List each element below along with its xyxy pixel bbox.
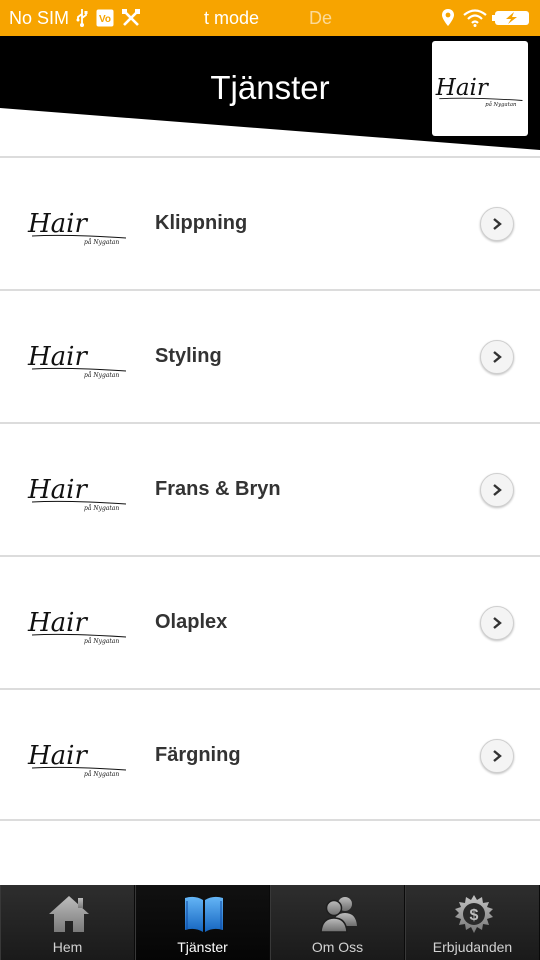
dollar-badge-icon: $ [451, 893, 496, 935]
hair-logo-icon: Hair på Nygatan [27, 475, 127, 512]
svg-text:$: $ [469, 907, 478, 924]
svg-text:på Nygatan: på Nygatan [84, 638, 119, 645]
header-logo[interactable]: Hair på Nygatan [432, 41, 528, 136]
service-label: Olaplex [155, 611, 228, 633]
tab-label: Hem [52, 939, 83, 955]
svg-text:på Nygatan: på Nygatan [84, 239, 119, 246]
svg-text:på Nygatan: på Nygatan [84, 372, 119, 379]
service-label: Färgning [155, 744, 241, 766]
chevron-right-icon[interactable] [480, 340, 514, 374]
svg-text:Hair: Hair [27, 608, 88, 638]
service-item-olaplex[interactable]: Hair på Nygatan Olaplex [0, 555, 540, 688]
svg-text:på Nygatan: på Nygatan [84, 505, 119, 512]
svg-text:Hair: Hair [27, 741, 88, 771]
service-item-fargning[interactable]: Hair på Nygatan Färgning [0, 688, 540, 821]
hair-logo-icon: Hair på Nygatan [27, 342, 127, 379]
chevron-right-icon[interactable] [480, 473, 514, 507]
location-icon [438, 8, 458, 28]
usb-icon [72, 8, 92, 28]
tools-icon [121, 8, 141, 28]
hair-logo-icon: Hair på Nygatan [435, 75, 523, 107]
svg-text:Vo: Vo [99, 14, 111, 25]
svg-text:Hair: Hair [435, 75, 490, 101]
svg-text:på Nygatan: på Nygatan [84, 771, 119, 778]
chevron-right-icon[interactable] [480, 606, 514, 640]
battery-charging-icon [492, 8, 532, 28]
chevron-right-icon[interactable] [480, 207, 514, 241]
tab-tjanster[interactable]: Tjänster [135, 885, 270, 960]
chevron-right-icon[interactable] [480, 739, 514, 773]
home-icon [46, 893, 91, 935]
tab-label: Tjänster [177, 939, 228, 955]
faded-notification-text: De [309, 8, 333, 28]
hair-logo-icon: Hair på Nygatan [27, 209, 127, 246]
tab-om-oss[interactable]: Om Oss [270, 885, 405, 960]
hair-logo-icon: Hair på Nygatan [27, 608, 127, 645]
svg-text:på Nygatan: på Nygatan [485, 100, 517, 107]
carrier-text: No SIM [9, 8, 70, 28]
book-icon [181, 893, 226, 935]
service-item-frans-bryn[interactable]: Hair på Nygatan Frans & Bryn [0, 422, 540, 555]
bottom-tab-bar: Hem Tjänster Om Oss $ Erbjudanden [0, 885, 540, 960]
people-icon [316, 893, 361, 935]
service-label: Styling [155, 345, 222, 367]
svg-text:Hair: Hair [27, 475, 88, 505]
tab-label: Erbjudanden [432, 939, 513, 955]
wifi-icon [463, 8, 487, 28]
service-item-klippning[interactable]: Hair på Nygatan Klippning [0, 156, 540, 289]
service-label: Frans & Bryn [155, 478, 281, 500]
svg-text:Hair: Hair [27, 342, 88, 372]
tab-hem[interactable]: Hem [0, 885, 135, 960]
hair-logo-icon: Hair på Nygatan [27, 741, 127, 778]
header: Tjänster Hair på Nygatan [0, 36, 540, 152]
app-screen: No SIM Vo ​ t mode De Tjänster Hair [0, 0, 540, 960]
status-bar: No SIM Vo ​ t mode De [0, 0, 540, 36]
service-label: Klippning [155, 212, 248, 234]
svg-text:Hair: Hair [27, 209, 88, 239]
volte-icon: Vo [95, 8, 115, 28]
mode-text: t mode [204, 8, 260, 28]
service-item-styling[interactable]: Hair på Nygatan Styling [0, 289, 540, 422]
tab-erbjudanden[interactable]: $ Erbjudanden [405, 885, 540, 960]
tab-label: Om Oss [311, 939, 364, 955]
services-list: Hair på Nygatan Klippning Hair på Nygata… [0, 156, 540, 821]
